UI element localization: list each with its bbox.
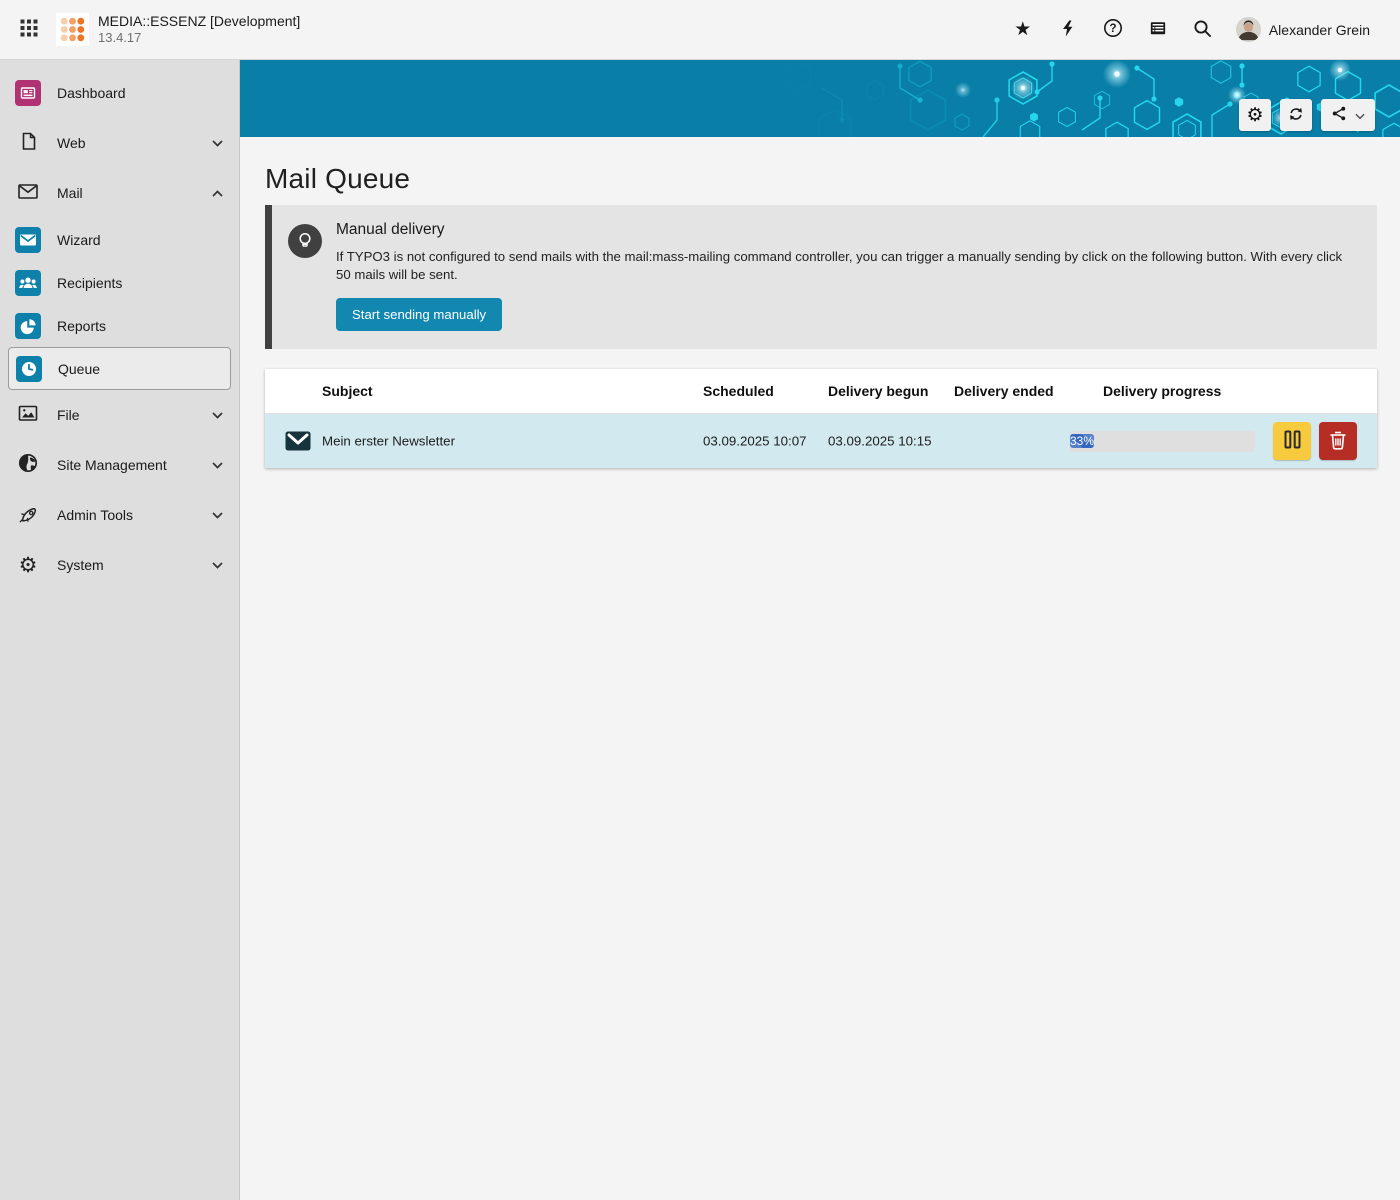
image-icon [17, 402, 39, 429]
sidebar-label: Recipients [57, 275, 122, 291]
column-header-delivery-progress: Delivery progress [1103, 383, 1221, 399]
recipients-people-icon [15, 270, 41, 296]
help-icon: ? [1103, 18, 1123, 41]
share-dropdown-button[interactable] [1321, 99, 1375, 131]
refresh-icon [1287, 105, 1305, 126]
sidebar-label: Web [57, 135, 86, 151]
table-header-row: Subject Scheduled Delivery begun Deliver… [265, 369, 1377, 413]
pause-icon [1284, 430, 1301, 452]
sidebar-label: Mail [57, 185, 83, 201]
share-icon [1331, 105, 1347, 125]
svg-text:?: ? [1109, 23, 1116, 35]
delivery-progress-fill: 33% [1070, 434, 1094, 448]
sidebar-item-queue[interactable]: Queue [8, 347, 231, 390]
chevron-down-icon [212, 140, 223, 147]
chevron-down-icon [212, 512, 223, 519]
sidebar-item-system[interactable]: ⚙ System [0, 540, 239, 590]
lightbulb-icon [288, 224, 322, 263]
cell-subject: Mein erster Newsletter [322, 434, 455, 449]
app-version: 13.4.17 [98, 30, 300, 46]
clock-icon [16, 356, 42, 382]
column-header-subject: Subject [322, 383, 373, 399]
module-menu-grid-icon [20, 19, 38, 40]
clear-cache-button[interactable] [1056, 18, 1080, 42]
topbar: MEDIA::ESSENZ [Development] 13.4.17 ★ ? [0, 0, 1400, 60]
rocket-icon [17, 502, 39, 529]
dashboard-icon [15, 80, 41, 106]
pie-chart-icon [15, 313, 41, 339]
column-header-delivery-ended: Delivery ended [954, 383, 1054, 399]
cell-scheduled: 03.09.2025 10:07 [703, 434, 807, 449]
topbar-toolbar: ★ ? [1011, 17, 1370, 42]
list-log-icon [1148, 18, 1168, 41]
search-button[interactable] [1191, 18, 1215, 42]
module-content: ⚙ [240, 60, 1400, 1200]
chevron-down-icon [212, 412, 223, 419]
cell-delivery-begun: 03.09.2025 10:15 [828, 434, 932, 449]
chevron-up-icon [212, 190, 223, 197]
brand-logo [56, 13, 89, 46]
user-menu[interactable]: Alexander Grein [1236, 17, 1370, 42]
sidebar-item-reports[interactable]: Reports [0, 304, 239, 347]
trash-icon [1328, 429, 1348, 454]
globe-icon [17, 452, 39, 479]
mail-wizard-icon [15, 227, 41, 253]
sidebar-item-admin-tools[interactable]: Admin Tools [0, 490, 239, 540]
sidebar-label: Queue [58, 361, 100, 377]
gear-icon: ⚙ [19, 555, 38, 576]
manual-delivery-callout: Manual delivery If TYPO3 is not configur… [265, 205, 1377, 349]
page-title: Mail Queue [265, 163, 1377, 195]
mail-queue-table: Subject Scheduled Delivery begun Deliver… [265, 369, 1377, 468]
sidebar-label: Admin Tools [57, 507, 133, 523]
module-docheader: ⚙ [240, 60, 1400, 137]
sidebar-item-wizard[interactable]: Wizard [0, 218, 239, 261]
chevron-down-icon [212, 562, 223, 569]
column-header-scheduled: Scheduled [703, 383, 774, 399]
callout-title: Manual delivery [336, 221, 1357, 239]
chevron-down-icon [212, 462, 223, 469]
sidebar-item-file[interactable]: File [0, 390, 239, 440]
settings-button[interactable]: ⚙ [1239, 99, 1271, 131]
module-menu-button[interactable] [16, 17, 42, 43]
chevron-down-icon [1355, 108, 1365, 123]
module-sidebar: Dashboard Web Mail [0, 60, 240, 1200]
callout-content: Manual delivery If TYPO3 is not configur… [336, 221, 1357, 331]
delete-mail-button[interactable] [1319, 422, 1357, 460]
sidebar-label: Dashboard [57, 85, 126, 101]
sidebar-label: Site Management [57, 457, 167, 473]
docheader-buttons: ⚙ [1239, 99, 1375, 131]
document-icon [17, 130, 39, 157]
bookmarks-button[interactable]: ★ [1011, 18, 1035, 42]
sidebar-item-web[interactable]: Web [0, 118, 239, 168]
envelope-outline-icon [16, 179, 40, 208]
app-title: MEDIA::ESSENZ [Development] [98, 13, 300, 31]
sidebar-label: Reports [57, 318, 106, 334]
sidebar-item-dashboard[interactable]: Dashboard [0, 68, 239, 118]
sidebar-item-recipients[interactable]: Recipients [0, 261, 239, 304]
sidebar-label: Wizard [57, 232, 101, 248]
gear-icon: ⚙ [1246, 106, 1263, 125]
system-log-button[interactable] [1146, 18, 1170, 42]
sidebar-label: File [57, 407, 80, 423]
pause-delivery-button[interactable] [1273, 422, 1311, 460]
table-row: Mein erster Newsletter 03.09.2025 10:07 … [265, 413, 1377, 468]
star-icon: ★ [1014, 20, 1031, 39]
column-header-delivery-begun: Delivery begun [828, 383, 928, 399]
help-button[interactable]: ? [1101, 18, 1125, 42]
user-name: Alexander Grein [1269, 22, 1370, 38]
reload-button[interactable] [1280, 99, 1312, 131]
bolt-icon [1060, 19, 1075, 41]
app-titles: MEDIA::ESSENZ [Development] 13.4.17 [98, 13, 300, 47]
avatar [1236, 17, 1261, 42]
start-sending-button[interactable]: Start sending manually [336, 298, 502, 331]
callout-body: If TYPO3 is not configured to send mails… [336, 248, 1357, 283]
search-icon [1193, 19, 1212, 41]
envelope-icon [285, 431, 311, 451]
sidebar-label: System [57, 557, 104, 573]
sidebar-item-mail[interactable]: Mail [0, 168, 239, 218]
sidebar-item-site-management[interactable]: Site Management [0, 440, 239, 490]
delivery-progress-bar: 33% [1070, 431, 1255, 452]
